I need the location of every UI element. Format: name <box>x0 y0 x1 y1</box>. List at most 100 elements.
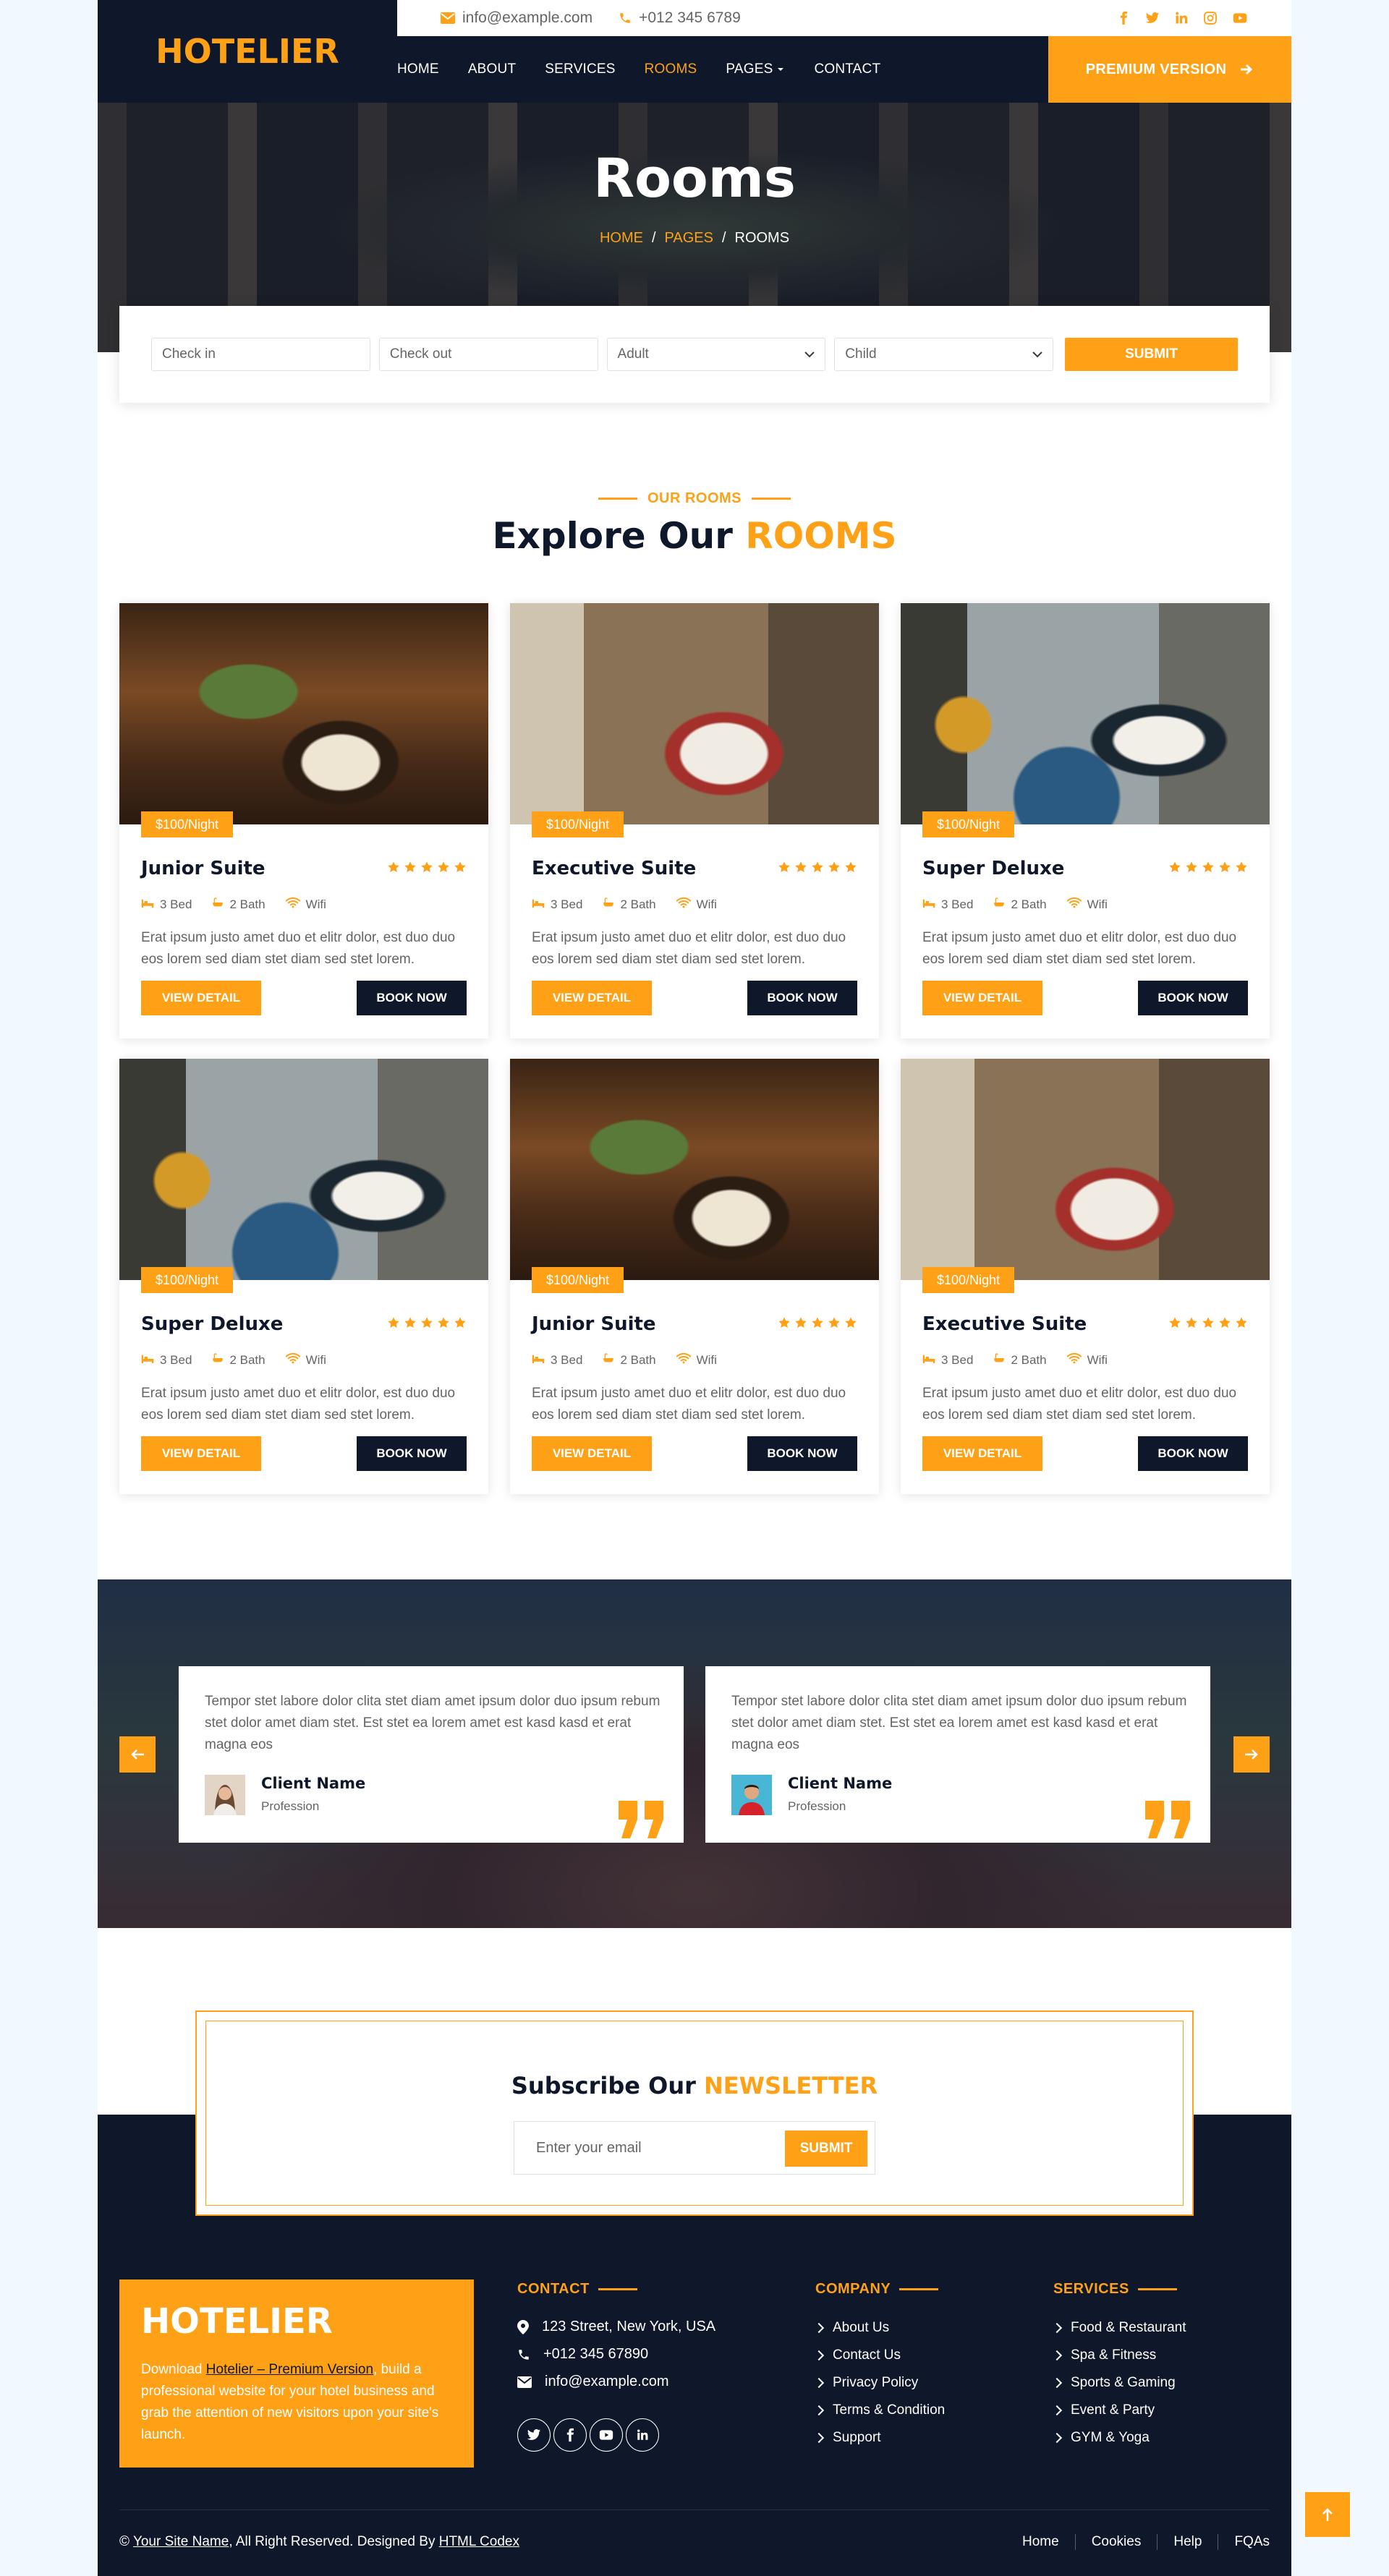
brand-logo[interactable]: HOTELIER <box>98 0 397 103</box>
book-now-button[interactable]: BOOK NOW <box>747 981 857 1015</box>
footer-link-spa[interactable]: Spa & Fitness <box>1053 2347 1156 2363</box>
room-features: 3 Bed 2 Bath Wifi <box>922 897 1128 912</box>
designer-link[interactable]: HTML Codex <box>439 2534 519 2549</box>
view-detail-button[interactable]: VIEW DETAIL <box>922 1436 1042 1471</box>
view-detail-button[interactable]: VIEW DETAIL <box>141 1436 261 1471</box>
view-detail-button[interactable]: VIEW DETAIL <box>532 1436 652 1471</box>
booking-submit-button[interactable]: SUBMIT <box>1065 338 1238 371</box>
booking-form: Check in Check out Adult Child SUBMIT <box>119 306 1270 403</box>
footer-link-privacy[interactable]: Privacy Policy <box>815 2375 918 2391</box>
youtube-icon <box>599 2430 613 2440</box>
room-rating <box>778 1316 857 1333</box>
book-now-button[interactable]: BOOK NOW <box>1138 981 1248 1015</box>
footer-link-food[interactable]: Food & Restaurant <box>1053 2320 1186 2336</box>
testimonial-next-button[interactable] <box>1233 1736 1270 1773</box>
star-icon <box>794 1316 807 1333</box>
breadcrumb-home[interactable]: HOME <box>600 230 643 246</box>
room-baths-text: 2 Bath <box>229 897 266 911</box>
topbar-email: info@example.com <box>441 9 592 27</box>
back-to-top-button[interactable] <box>1305 2492 1350 2537</box>
room-wifi: Wifi <box>676 897 717 912</box>
footer-address: 123 Street, New York, USA <box>517 2319 715 2335</box>
nav-services[interactable]: SERVICES <box>545 61 615 77</box>
room-price-badge: $100/Night <box>922 811 1015 837</box>
section-title-b: ROOMS <box>745 515 897 557</box>
checkin-field[interactable]: Check in <box>151 338 370 371</box>
nav-home[interactable]: HOME <box>397 61 439 77</box>
wifi-icon <box>285 1352 306 1368</box>
linkedin-icon[interactable] <box>1174 11 1189 25</box>
client-avatar <box>205 1775 245 1815</box>
book-now-button[interactable]: BOOK NOW <box>357 1436 467 1471</box>
nav-pages-dropdown[interactable]: PAGES <box>726 61 785 77</box>
view-detail-button[interactable]: VIEW DETAIL <box>532 981 652 1015</box>
nav-about[interactable]: ABOUT <box>468 61 516 77</box>
breadcrumb-pages[interactable]: PAGES <box>665 230 713 246</box>
topbar-phone: +012 345 6789 <box>619 9 741 27</box>
linkedin-icon <box>637 2429 648 2440</box>
room-name: Junior Suite <box>141 858 266 879</box>
child-select-value: Child <box>845 346 877 362</box>
arrow-right-icon <box>1241 64 1253 75</box>
site-name-link[interactable]: Your Site Name <box>133 2534 229 2549</box>
caret-down-icon <box>778 68 784 71</box>
room-rating <box>387 1316 467 1333</box>
room-price-badge: $100/Night <box>532 1267 624 1293</box>
twitter-icon[interactable] <box>1145 11 1160 25</box>
nav-rooms[interactable]: ROOMS <box>645 61 697 77</box>
footer-link-contact[interactable]: Contact Us <box>815 2347 901 2363</box>
topbar-email-text: info@example.com <box>462 9 593 26</box>
footer-menu-fqas[interactable]: FQAs <box>1218 2534 1270 2550</box>
room-beds: 3 Bed <box>532 1352 582 1368</box>
checkin-placeholder: Check in <box>162 346 216 362</box>
view-detail-button[interactable]: VIEW DETAIL <box>922 981 1042 1015</box>
instagram-icon[interactable] <box>1203 11 1218 25</box>
footer-link-gym[interactable]: GYM & Yoga <box>1053 2430 1150 2446</box>
room-card: $100/Night Junior Suite 3 Bed 2 Bath Wifi Era… <box>510 1059 879 1494</box>
checkout-field[interactable]: Check out <box>378 338 598 371</box>
footer-menu-help[interactable]: Help <box>1157 2534 1218 2550</box>
star-icon <box>844 1316 857 1333</box>
footer-brand[interactable]: HOTELIER <box>141 2301 452 2342</box>
footer-twitter-button[interactable] <box>517 2418 551 2452</box>
newsletter-title-b: NEWSLETTER <box>704 2072 878 2099</box>
star-icon <box>454 861 467 877</box>
footer-link-support[interactable]: Support <box>815 2430 881 2446</box>
footer-facebook-button[interactable] <box>553 2418 587 2452</box>
room-beds-text: 3 Bed <box>941 897 974 911</box>
footer-youtube-button[interactable] <box>590 2418 623 2452</box>
premium-link[interactable]: Hotelier – Premium Version <box>206 2362 373 2377</box>
room-beds-text: 3 Bed <box>551 897 583 911</box>
facebook-icon[interactable] <box>1116 11 1131 25</box>
star-icon <box>1202 1316 1215 1333</box>
footer-menu-cookies[interactable]: Cookies <box>1074 2534 1158 2550</box>
copyright-text: , All Right Reserved. Designed By <box>229 2534 439 2549</box>
premium-version-button[interactable]: PREMIUM VERSION <box>1048 36 1291 103</box>
star-icon <box>437 861 450 877</box>
footer-link-event[interactable]: Event & Party <box>1053 2402 1155 2418</box>
youtube-icon[interactable] <box>1232 11 1248 25</box>
book-now-button[interactable]: BOOK NOW <box>747 1436 857 1471</box>
footer-link-sports[interactable]: Sports & Gaming <box>1053 2375 1176 2391</box>
footer-menu-home[interactable]: Home <box>1006 2534 1075 2550</box>
bed-icon <box>532 1353 551 1368</box>
wifi-icon <box>285 897 306 912</box>
newsletter-submit-button[interactable]: SUBMIT <box>785 2131 867 2167</box>
adult-select[interactable]: Adult <box>606 338 826 371</box>
room-photo <box>901 1059 1270 1280</box>
book-now-button[interactable]: BOOK NOW <box>1138 1436 1248 1471</box>
child-select[interactable]: Child <box>834 338 1054 371</box>
star-icon <box>1235 861 1248 877</box>
testimonial-prev-button[interactable] <box>119 1736 156 1773</box>
facebook-icon <box>566 2428 574 2442</box>
footer-link-about[interactable]: About Us <box>815 2320 889 2336</box>
topbar-socials <box>1116 11 1248 25</box>
newsletter-email-input[interactable]: Enter your email SUBMIT <box>514 2121 875 2175</box>
bath-icon <box>603 897 620 912</box>
nav-contact[interactable]: CONTACT <box>814 61 880 77</box>
book-now-button[interactable]: BOOK NOW <box>357 981 467 1015</box>
footer-linkedin-button[interactable] <box>626 2418 659 2452</box>
footer-phone-text: +012 345 67890 <box>543 2346 649 2362</box>
view-detail-button[interactable]: VIEW DETAIL <box>141 981 261 1015</box>
footer-link-terms[interactable]: Terms & Condition <box>815 2402 945 2418</box>
